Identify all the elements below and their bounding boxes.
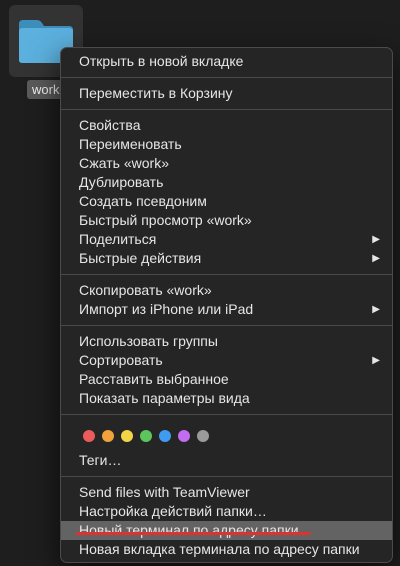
menu-item-copy[interactable]: Скопировать «work» [61, 281, 392, 300]
chevron-right-icon: ▶ [372, 234, 380, 245]
menu-item-share[interactable]: Поделиться ▶ [61, 230, 392, 249]
menu-separator [61, 476, 392, 477]
menu-item-send-teamviewer[interactable]: Send files with TeamViewer [61, 483, 392, 502]
menu-item-quick-look[interactable]: Быстрый просмотр «work» [61, 211, 392, 230]
tag-dot-orange[interactable] [102, 430, 114, 442]
menu-separator [61, 325, 392, 326]
menu-item-move-to-trash[interactable]: Переместить в Корзину [61, 84, 392, 103]
menu-item-duplicate[interactable]: Дублировать [61, 173, 392, 192]
annotation-underline [76, 532, 311, 535]
menu-item-folder-actions-setup[interactable]: Настройка действий папки… [61, 502, 392, 521]
chevron-right-icon: ▶ [372, 304, 380, 315]
menu-item-import-from-iphone[interactable]: Импорт из iPhone или iPad ▶ [61, 300, 392, 319]
menu-item-quick-actions[interactable]: Быстрые действия ▶ [61, 249, 392, 268]
chevron-right-icon: ▶ [372, 355, 380, 366]
tag-dot-gray[interactable] [197, 430, 209, 442]
tag-colors-row [61, 421, 392, 447]
menu-item-sort-by[interactable]: Сортировать ▶ [61, 351, 392, 370]
menu-item-rename[interactable]: Переименовать [61, 135, 392, 154]
menu-item-clean-up-selection[interactable]: Расставить выбранное [61, 370, 392, 389]
menu-item-tags[interactable]: Теги… [61, 451, 392, 470]
menu-item-get-info[interactable]: Свойства [61, 116, 392, 135]
tag-dot-green[interactable] [140, 430, 152, 442]
menu-item-make-alias[interactable]: Создать псевдоним [61, 192, 392, 211]
context-menu: Открыть в новой вкладке Переместить в Ко… [60, 47, 393, 563]
tag-dot-yellow[interactable] [121, 430, 133, 442]
chevron-right-icon: ▶ [372, 253, 380, 264]
menu-item-compress[interactable]: Сжать «work» [61, 154, 392, 173]
menu-separator [61, 77, 392, 78]
folder-name-label[interactable]: work [27, 80, 65, 99]
menu-item-new-terminal-tab-at-folder[interactable]: Новая вкладка терминала по адресу папки [61, 540, 392, 559]
tag-dot-blue[interactable] [159, 430, 171, 442]
menu-item-new-terminal-at-folder[interactable]: Новый терминал по адресу папки [61, 521, 392, 540]
tag-dot-purple[interactable] [178, 430, 190, 442]
menu-separator [61, 109, 392, 110]
tag-dot-red[interactable] [83, 430, 95, 442]
menu-item-show-view-options[interactable]: Показать параметры вида [61, 389, 392, 408]
menu-separator [61, 274, 392, 275]
menu-item-open-new-tab[interactable]: Открыть в новой вкладке [61, 52, 392, 71]
menu-separator [61, 414, 392, 415]
menu-item-use-groups[interactable]: Использовать группы [61, 332, 392, 351]
